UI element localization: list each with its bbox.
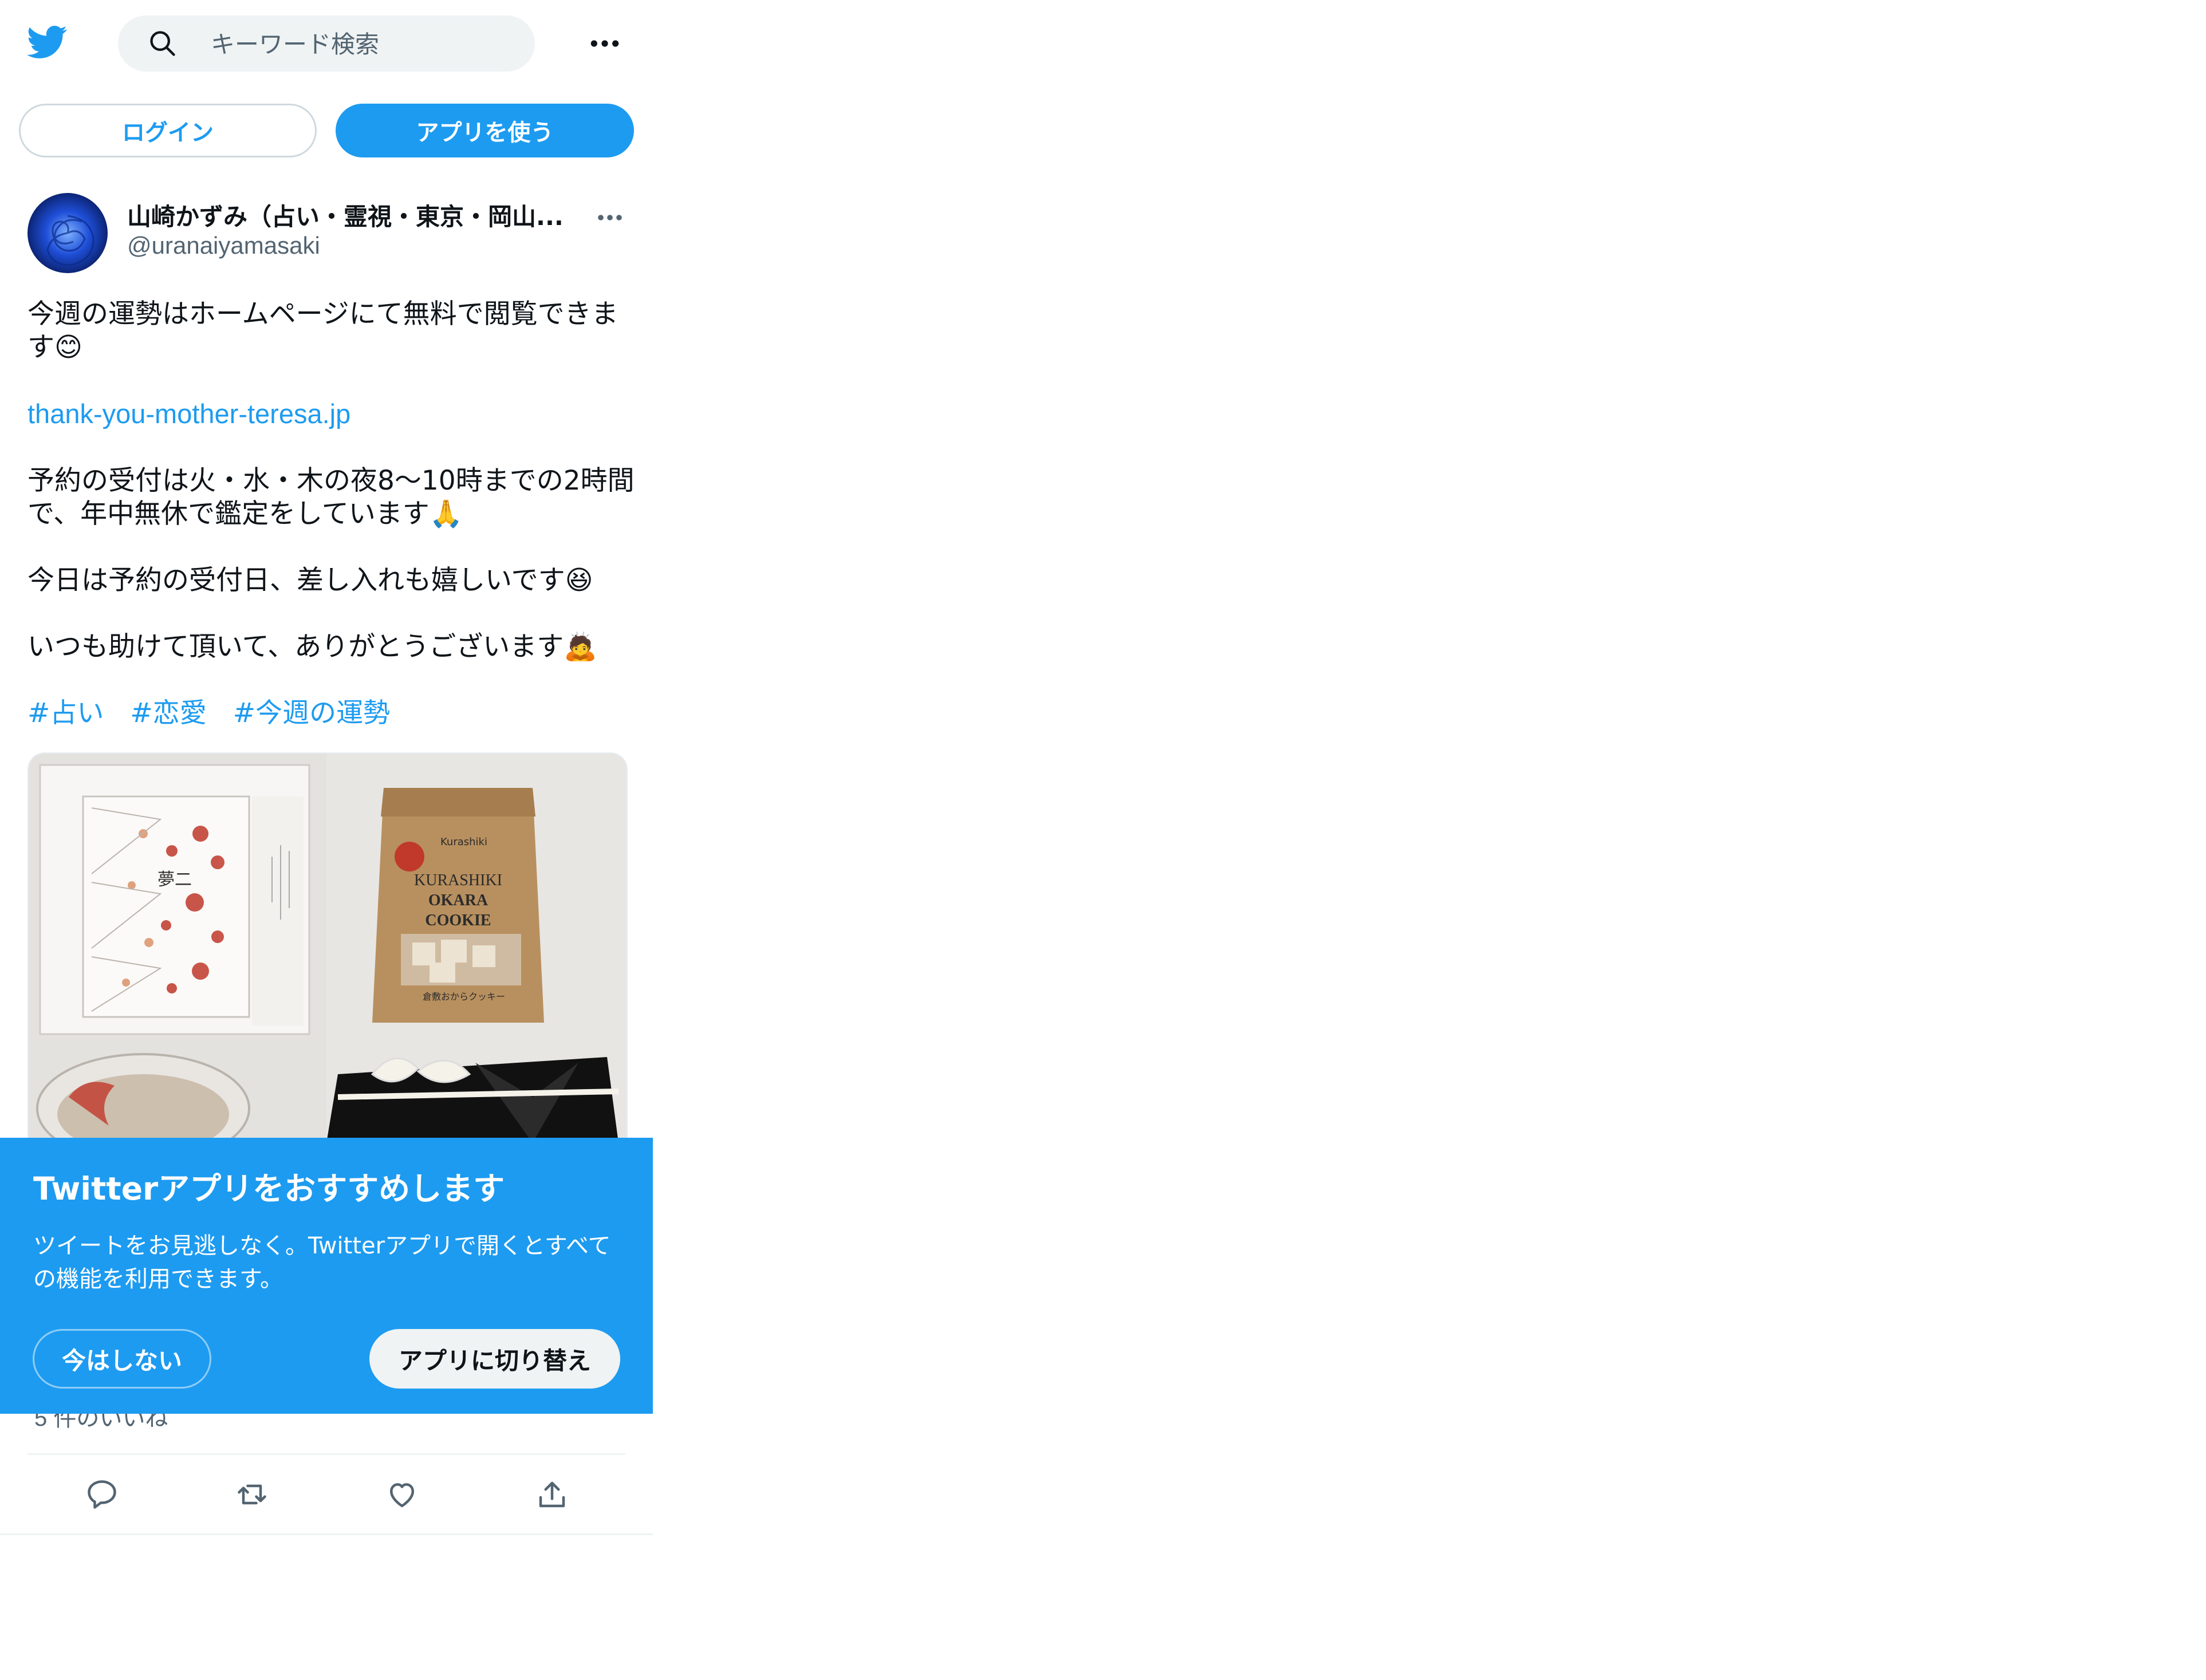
bag-title-line2: OKARA <box>428 892 489 909</box>
search-icon <box>150 31 175 56</box>
switch-to-app-button[interactable]: アプリに切り替え <box>369 1329 620 1389</box>
hashtag-link[interactable]: #今週の運勢 <box>233 697 390 729</box>
login-button[interactable]: ログイン <box>19 104 317 157</box>
hashtag-link[interactable]: #占い <box>27 697 104 729</box>
tweet-paragraph: いつも助けて頂いて、ありがとうございます🙇 <box>27 631 597 662</box>
more-horizontal-icon[interactable] <box>589 30 621 57</box>
hashtag-row: #占い #恋愛 #今週の運勢 <box>27 697 635 730</box>
blue-rose-avatar-image <box>27 193 108 273</box>
tweet-photo[interactable]: 夢二 Kurashiki KURASHIKI OKARA COOKIE 倉敷おか… <box>27 752 628 1143</box>
avatar[interactable] <box>27 193 108 273</box>
wagashi-label: 夢二 <box>157 870 192 890</box>
search-box[interactable] <box>118 15 535 72</box>
retweet-icon[interactable] <box>235 1477 269 1512</box>
hashtag-link[interactable]: #恋愛 <box>130 697 206 729</box>
promo-title: Twitterアプリをおすすめします <box>33 1170 505 1207</box>
bag-brand-text: Kurashiki <box>440 836 487 848</box>
bag-title-line3: COOKIE <box>425 912 491 929</box>
app-promo-banner: Twitterアプリをおすすめします ツイートをお見逃しなく。Twitterアプ… <box>0 1138 653 1414</box>
tweet-link-paragraph: thank-you-mother-teresa.jp <box>27 397 635 431</box>
tweet-paragraph: 予約の受付は火・水・木の夜8〜10時までの2時間で、年中無休で鑑定をしています🙏 <box>27 465 635 530</box>
tweet-link[interactable]: thank-you-mother-teresa.jp <box>27 399 350 429</box>
promo-body: ツイートをお見逃しなく。Twitterアプリで開くとすべての機能を利用できます。 <box>33 1233 611 1292</box>
divider <box>27 1453 625 1455</box>
share-icon[interactable] <box>535 1477 569 1512</box>
twitter-bird-icon[interactable] <box>25 22 70 62</box>
search-input[interactable] <box>210 23 521 65</box>
tweet-paragraph: 今日は予約の受付日、差し入れも嬉しいです😆 <box>27 565 593 596</box>
heart-icon[interactable] <box>385 1477 419 1512</box>
bag-sub-text: 倉敷おからクッキー <box>423 991 505 1002</box>
divider <box>0 1533 653 1535</box>
reply-icon[interactable] <box>85 1477 119 1512</box>
tweet-paragraph: 今週の運勢はホームページにて無料で閲覧できます😊 <box>27 298 619 363</box>
tweet-text: 今週の運勢はホームページにて無料で閲覧できます😊 thank-you-mothe… <box>27 298 635 763</box>
mobile-page: ログイン アプリを使う 山崎かずみ（占い・霊視・東京・岡山... @uranai… <box>0 0 653 1680</box>
use-app-button[interactable]: アプリを使う <box>336 104 634 157</box>
gifts-photo-image: 夢二 Kurashiki KURASHIKI OKARA COOKIE 倉敷おか… <box>29 754 627 1143</box>
bag-title-line1: KURASHIKI <box>414 871 502 889</box>
author-handle[interactable]: @uranaiyamasaki <box>127 232 320 259</box>
author-display-name[interactable]: 山崎かずみ（占い・霊視・東京・岡山... <box>127 198 574 231</box>
tweet-more-icon[interactable] <box>596 206 624 229</box>
not-now-button[interactable]: 今はしない <box>33 1329 211 1389</box>
